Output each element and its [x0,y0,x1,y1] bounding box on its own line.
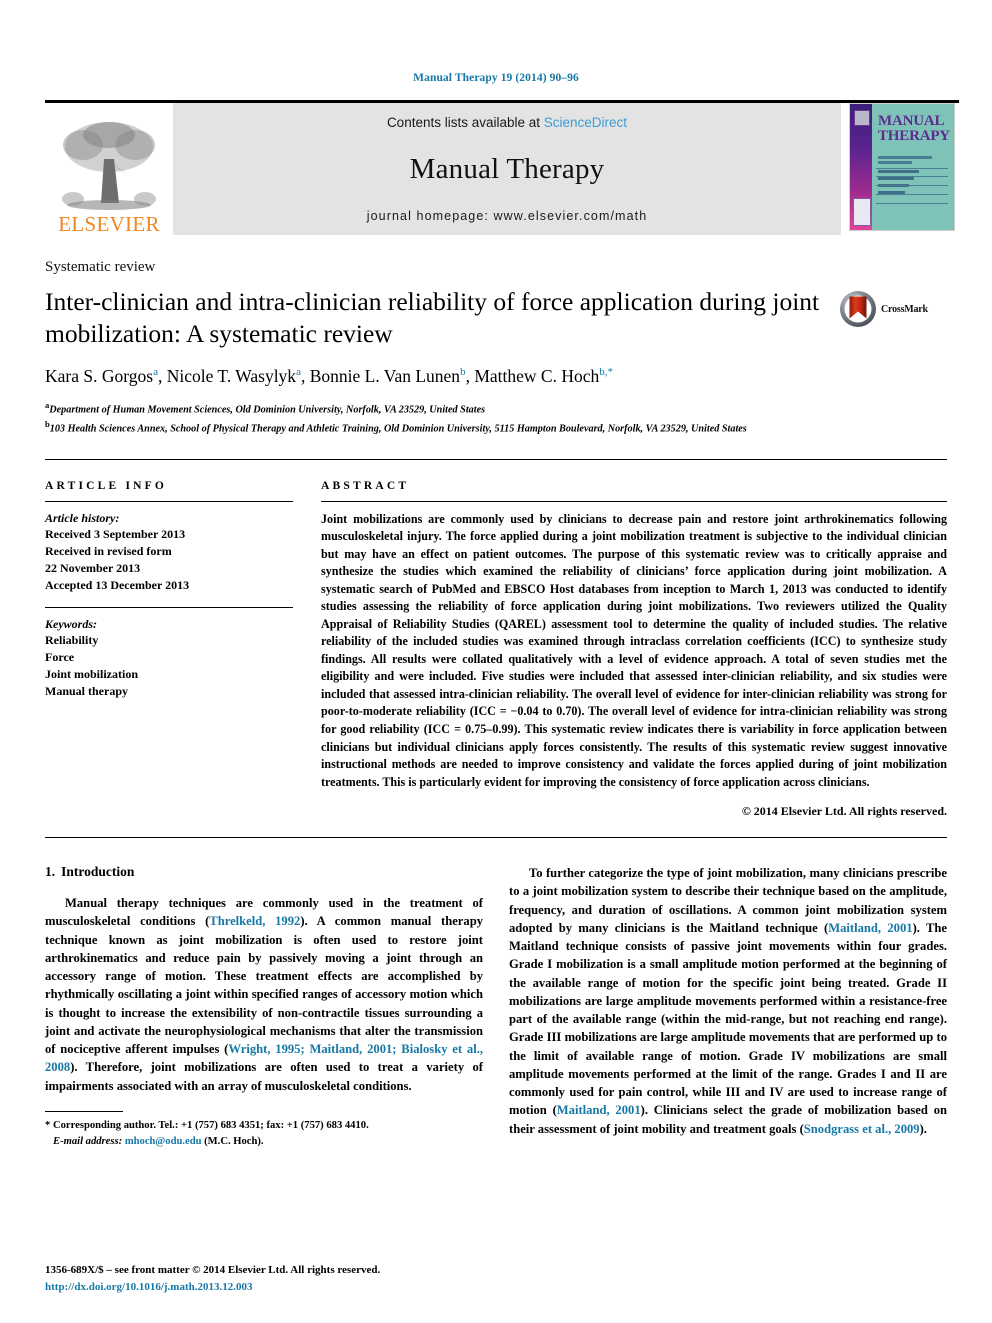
doi-link[interactable]: http://dx.doi.org/10.1016/j.math.2013.12… [45,1279,380,1296]
body-column-left: 1. Introduction Manual therapy techniques… [45,864,483,1150]
author-sep: , [157,366,167,387]
citation-link[interactable]: Snodgrass et al., 2009 [804,1122,920,1136]
cover-rule-1 [876,168,948,169]
cover-title-line1: MANUAL [878,113,945,129]
email-label: E-mail address: [53,1135,123,1147]
cover-rule-5 [876,203,948,204]
sciencedirect-link[interactable]: ScienceDirect [544,115,627,130]
keywords-title: Keywords: [45,616,97,631]
article-type-label: Systematic review [45,259,156,275]
body-column-right: To further categorize the type of joint … [509,864,947,1150]
affiliation-item: aDepartment of Human Movement Sciences, … [45,399,845,418]
journal-cover-thumbnail: MANUAL THERAPY [849,103,959,235]
article-history-title: Article history: [45,510,120,525]
journal-banner: Contents lists available at ScienceDirec… [173,103,841,235]
email-line: E-mail address: mhoch@odu.edu (M.C. Hoch… [45,1134,483,1150]
article-history-item: Received 3 September 2013 [45,526,186,541]
author-item: Bonnie L. Van Lunenb, [310,366,475,386]
journal-cover-image: MANUAL THERAPY [849,103,955,231]
page-footer: 1356-689X/$ – see front matter © 2014 El… [45,1262,380,1295]
author-list: Kara S. Gorgosa, Nicole T. Wasylyka, Bon… [45,366,947,387]
body-columns: 1. Introduction Manual therapy techniques… [45,864,947,1150]
cover-rule-3 [876,185,948,186]
author-sep: , [300,366,310,387]
article-info-column: ARTICLE INFO Article history: Received 3… [45,480,321,820]
author-item: Kara S. Gorgosa, [45,366,167,386]
author-name: Bonnie L. Van Lunen [309,366,461,387]
article-history-item: Accepted 13 December 2013 [45,577,190,592]
cover-title-line2: THERAPY [878,128,950,144]
cover-spine-emblem-icon [854,110,870,126]
author-name: Kara S. Gorgos [45,366,154,387]
contents-prefix: Contents lists available at [386,115,544,130]
author-sep: , [465,366,475,387]
author-affil-marker: b,* [599,366,613,379]
affiliation-text: Department of Human Movement Sciences, O… [49,404,486,416]
cover-rule-2 [876,176,948,177]
cover-title: MANUAL THERAPY [878,114,950,144]
article-info-divider [45,500,293,502]
email-suffix: (M.C. Hoch). [201,1135,264,1147]
corresponding-author-note: * Corresponding author. Tel.: +1 (757) 6… [45,1118,483,1150]
page-title: Inter-clinician and intra-clinician reli… [45,287,820,349]
keyword-item: Force [45,649,75,664]
keywords-divider [45,606,293,608]
keyword-item: Joint mobilization [45,666,139,681]
article-history-item: 22 November 2013 [45,560,141,575]
citation-link[interactable]: Maitland, 2001 [828,921,912,935]
paragraph: To further categorize the type of joint … [509,864,947,1138]
affiliation-list: aDepartment of Human Movement Sciences, … [45,399,845,436]
cover-subtitle-lines [878,156,949,166]
abstract-heading: ABSTRACT [321,479,410,492]
author-name: Matthew C. Hoch [474,366,600,387]
abstract-text: Joint mobilizations are commonly used by… [321,511,947,789]
author-item: Matthew C. Hochb,* [474,366,613,386]
journal-homepage[interactable]: journal homepage: www.elsevier.com/math [367,209,648,223]
abstract-copyright: © 2014 Elsevier Ltd. All rights reserved… [741,804,947,819]
running-head: Manual Therapy 19 (2014) 90–96 [413,72,579,84]
citation-link[interactable]: Maitland, 2001 [557,1103,641,1117]
footnote-marker: * [45,1119,51,1131]
article-history-item: Received in revised form [45,543,172,558]
crossmark-label: CrossMark [881,303,928,315]
crossmark-badge[interactable]: CrossMark [839,290,928,328]
abstract-bottom-rule [45,837,947,839]
elsevier-logo: ELSEVIER [45,103,173,235]
corresponding-line: * Corresponding author. Tel.: +1 (757) 6… [45,1118,483,1134]
crossmark-icon [840,291,876,327]
contents-list-line: Contents lists available at ScienceDirec… [387,115,627,130]
info-abstract-block: ARTICLE INFO Article history: Received 3… [45,458,947,820]
footnote-text: Corresponding author. Tel.: +1 (757) 683… [52,1119,369,1131]
journal-masthead: ELSEVIER Contents lists available at Sci… [45,100,959,235]
elsevier-wordmark: ELSEVIER [58,212,160,236]
cover-rule-4 [876,194,948,195]
section-heading-introduction: 1. Introduction [45,864,483,880]
elsevier-tree-icon [62,122,156,210]
keyword-item: Reliability [45,632,99,647]
affiliation-text: 103 Health Sciences Annex, School of Phy… [49,423,747,435]
journal-title: Manual Therapy [409,153,605,185]
author-item: Nicole T. Wasylyka, [167,366,310,386]
section-number: 1. [45,864,56,880]
title-row: Inter-clinician and intra-clinician reli… [45,286,947,350]
paper-page: Manual Therapy 19 (2014) 90–96 ELSEVIER [0,0,992,1323]
article-info-heading: ARTICLE INFO [45,479,168,492]
paragraph-text: ). Therefore, joint mobilizations are of… [45,1060,483,1093]
cover-bottom-badge-icon [853,198,871,226]
abstract-column: ABSTRACT Joint mobilizations are commonl… [321,480,947,820]
citation-link[interactable]: Threlkeld, 1992 [209,914,300,928]
paragraph-text: ). The Maitland technique consists of pa… [509,920,948,1118]
abstract-divider [321,500,947,502]
footnote-rule [45,1110,123,1112]
affiliation-item: b103 Health Sciences Annex, School of Ph… [45,418,845,437]
issn-line: 1356-689X/$ – see front matter © 2014 El… [45,1264,381,1276]
section-title: Introduction [61,864,135,880]
paragraph-text: ). A common manual therapy technique kno… [45,914,483,1057]
email-link[interactable]: mhoch@odu.edu [125,1136,202,1147]
paragraph: Manual therapy techniques are commonly u… [45,894,483,1095]
paragraph-text: ). [919,1121,927,1136]
author-name: Nicole T. Wasylyk [166,366,297,387]
keyword-item: Manual therapy [45,683,129,698]
